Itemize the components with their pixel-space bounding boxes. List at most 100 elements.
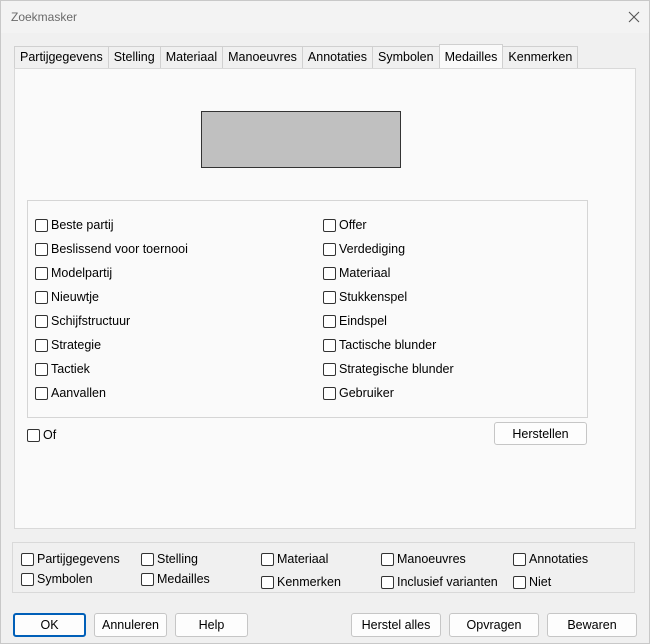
medal-checkbox-materiaal[interactable]: Materiaal	[323, 265, 390, 281]
tab-medailles[interactable]: Medailles	[438, 44, 504, 68]
checkbox-box[interactable]	[323, 218, 336, 232]
filter-checkbox-stelling[interactable]: Stelling	[141, 551, 198, 567]
window-title: Zoekmasker	[11, 10, 78, 24]
checkbox-label: Beslissend voor toernooi	[51, 242, 188, 256]
close-button[interactable]	[621, 6, 647, 28]
checkbox-label: Stukkenspel	[339, 290, 408, 304]
tab-strip: Partijgegevens Stelling Materiaal Manoeu…	[14, 44, 579, 68]
checkbox-label: Medailles	[157, 572, 210, 586]
help-button[interactable]: Help	[175, 613, 248, 637]
checkbox-box[interactable]	[323, 386, 336, 400]
checkbox-label: Strategie	[51, 338, 102, 352]
tab-annotaties[interactable]: Annotaties	[301, 46, 373, 68]
close-icon	[628, 11, 640, 23]
checkbox-box[interactable]	[323, 362, 336, 376]
medal-checkbox-group: Beste partij Beslissend voor toernooi Mo…	[27, 200, 588, 418]
reset-all-button[interactable]: Herstel alles	[351, 613, 441, 637]
checkbox-label: Of	[43, 428, 57, 442]
checkbox-label: Tactische blunder	[339, 338, 437, 352]
medal-checkbox-beste-partij[interactable]: Beste partij	[35, 217, 114, 233]
checkbox-box[interactable]	[323, 290, 336, 304]
checkbox-label: Gebruiker	[339, 386, 394, 400]
tab-materiaal[interactable]: Materiaal	[159, 46, 224, 68]
checkbox-box[interactable]	[35, 386, 48, 400]
medal-checkbox-beslissend[interactable]: Beslissend voor toernooi	[35, 241, 188, 257]
tab-manoeuvres[interactable]: Manoeuvres	[222, 46, 303, 68]
medal-checkbox-offer[interactable]: Offer	[323, 217, 367, 233]
filter-checkbox-kenmerken[interactable]: Kenmerken	[261, 574, 341, 590]
checkbox-box[interactable]	[35, 242, 48, 256]
checkbox-label: Tactiek	[51, 362, 90, 376]
cancel-button[interactable]: Annuleren	[94, 613, 167, 637]
checkbox-label: Eindspel	[339, 314, 387, 328]
checkbox-box[interactable]	[323, 266, 336, 280]
checkbox-box[interactable]	[35, 362, 48, 376]
checkbox-box[interactable]	[35, 266, 48, 280]
checkbox-box[interactable]	[323, 242, 336, 256]
medal-checkbox-strategie[interactable]: Strategie	[35, 337, 101, 353]
checkbox-box[interactable]	[35, 218, 48, 232]
tab-kenmerken[interactable]: Kenmerken	[502, 46, 579, 68]
filter-checkbox-materiaal[interactable]: Materiaal	[261, 551, 328, 567]
query-button[interactable]: Opvragen	[449, 613, 539, 637]
filter-checkbox-niet[interactable]: Niet	[513, 574, 551, 590]
checkbox-label: Inclusief varianten	[397, 575, 498, 589]
reset-medals-button[interactable]: Herstellen	[494, 422, 587, 445]
or-checkbox[interactable]: Of	[27, 427, 56, 443]
search-filter-panel: Partijgegevens Stelling Materiaal Manoeu…	[12, 542, 635, 593]
tab-symbolen[interactable]: Symbolen	[372, 46, 440, 68]
checkbox-box[interactable]	[35, 338, 48, 352]
medal-checkbox-gebruiker[interactable]: Gebruiker	[323, 385, 394, 401]
medal-checkbox-tactische-blunder[interactable]: Tactische blunder	[323, 337, 436, 353]
medailles-panel: Beste partij Beslissend voor toernooi Mo…	[14, 68, 636, 529]
checkbox-box[interactable]	[381, 552, 394, 566]
checkbox-box[interactable]	[261, 575, 274, 589]
medal-checkbox-aanvallen[interactable]: Aanvallen	[35, 385, 106, 401]
filter-checkbox-annotaties[interactable]: Annotaties	[513, 551, 588, 567]
medal-checkbox-nieuwtje[interactable]: Nieuwtje	[35, 289, 99, 305]
filter-checkbox-inclusief-varianten[interactable]: Inclusief varianten	[381, 574, 498, 590]
medal-preview	[201, 111, 401, 168]
medal-checkbox-tactiek[interactable]: Tactiek	[35, 361, 90, 377]
checkbox-label: Manoeuvres	[397, 552, 466, 566]
checkbox-label: Stelling	[157, 552, 198, 566]
checkbox-label: Kenmerken	[277, 575, 341, 589]
checkbox-label: Annotaties	[529, 552, 589, 566]
checkbox-box[interactable]	[35, 314, 48, 328]
checkbox-box[interactable]	[513, 575, 526, 589]
filter-checkbox-partijgegevens[interactable]: Partijgegevens	[21, 551, 120, 567]
tab-stelling[interactable]: Stelling	[107, 46, 161, 68]
checkbox-box[interactable]	[513, 552, 526, 566]
medal-checkbox-schijfstructuur[interactable]: Schijfstructuur	[35, 313, 130, 329]
medal-checkbox-eindspel[interactable]: Eindspel	[323, 313, 387, 329]
title-bar: Zoekmasker	[1, 1, 649, 33]
checkbox-label: Schijfstructuur	[51, 314, 131, 328]
filter-checkbox-manoeuvres[interactable]: Manoeuvres	[381, 551, 466, 567]
filter-checkbox-medailles[interactable]: Medailles	[141, 571, 210, 587]
medal-checkbox-strategische-blunder[interactable]: Strategische blunder	[323, 361, 454, 377]
checkbox-label: Aanvallen	[51, 386, 106, 400]
checkbox-label: Nieuwtje	[51, 290, 99, 304]
medal-checkbox-stukkenspel[interactable]: Stukkenspel	[323, 289, 407, 305]
checkbox-box[interactable]	[323, 314, 336, 328]
checkbox-box[interactable]	[27, 428, 40, 442]
medal-checkbox-verdediging[interactable]: Verdediging	[323, 241, 405, 257]
tab-partijgegevens[interactable]: Partijgegevens	[14, 46, 109, 68]
save-button[interactable]: Bewaren	[547, 613, 637, 637]
checkbox-box[interactable]	[141, 572, 154, 586]
checkbox-label: Offer	[339, 218, 367, 232]
filter-checkbox-symbolen[interactable]: Symbolen	[21, 571, 93, 587]
checkbox-box[interactable]	[323, 338, 336, 352]
checkbox-box[interactable]	[21, 572, 34, 586]
checkbox-label: Modelpartij	[51, 266, 113, 280]
checkbox-label: Strategische blunder	[339, 362, 454, 376]
checkbox-box[interactable]	[21, 552, 34, 566]
checkbox-box[interactable]	[141, 552, 154, 566]
checkbox-box[interactable]	[35, 290, 48, 304]
medal-checkbox-modelpartij[interactable]: Modelpartij	[35, 265, 112, 281]
ok-button[interactable]: OK	[13, 613, 86, 637]
checkbox-label: Partijgegevens	[37, 552, 120, 566]
checkbox-box[interactable]	[261, 552, 274, 566]
checkbox-label: Materiaal	[339, 266, 391, 280]
checkbox-box[interactable]	[381, 575, 394, 589]
